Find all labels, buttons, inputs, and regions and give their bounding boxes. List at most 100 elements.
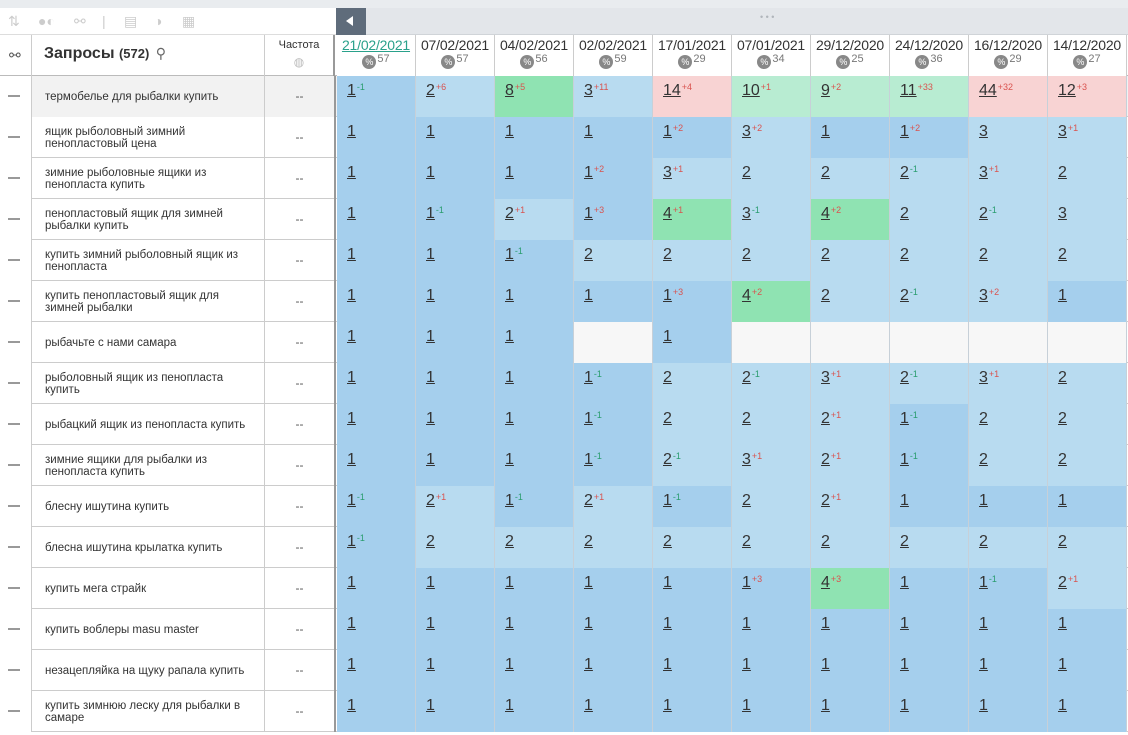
position-value[interactable]: 1 bbox=[505, 410, 514, 427]
position-cell[interactable]: 1 bbox=[416, 568, 495, 609]
link-icon[interactable]: ⚯ bbox=[74, 13, 86, 29]
position-cell[interactable]: 1 bbox=[969, 691, 1048, 732]
position-value[interactable]: 1 bbox=[979, 574, 988, 591]
position-value[interactable]: 2 bbox=[663, 410, 672, 427]
position-cell[interactable]: 2 bbox=[890, 199, 969, 240]
position-value[interactable]: 3 bbox=[979, 123, 988, 140]
date-label[interactable]: 17/01/2021 bbox=[653, 37, 731, 53]
position-value[interactable]: 2 bbox=[584, 246, 593, 263]
position-cell[interactable]: 1 bbox=[416, 117, 495, 158]
position-value[interactable]: 12 bbox=[1058, 82, 1076, 99]
position-value[interactable]: 1 bbox=[347, 82, 356, 99]
position-cell[interactable]: 1 bbox=[416, 650, 495, 691]
position-cell[interactable]: 2 bbox=[653, 527, 732, 568]
position-cell[interactable]: 1 bbox=[337, 650, 416, 691]
position-value[interactable]: 1 bbox=[584, 369, 593, 386]
position-value[interactable]: 2 bbox=[1058, 574, 1067, 591]
search-icon[interactable]: ⚲ bbox=[156, 45, 166, 61]
position-cell[interactable]: 2 bbox=[890, 527, 969, 568]
position-value[interactable]: 2 bbox=[742, 369, 751, 386]
position-cell[interactable]: 1 bbox=[337, 199, 416, 240]
date-column-header[interactable]: 07/02/2021% 57 bbox=[416, 35, 495, 76]
date-label[interactable]: 07/02/2021 bbox=[416, 37, 494, 53]
position-cell[interactable] bbox=[732, 322, 811, 363]
position-cell[interactable]: 1 bbox=[890, 691, 969, 732]
position-cell[interactable]: 1-1 bbox=[337, 76, 416, 117]
query-text[interactable]: блесну ишутина купить bbox=[32, 486, 265, 527]
position-value[interactable]: 2 bbox=[821, 410, 830, 427]
position-cell[interactable]: 1 bbox=[890, 568, 969, 609]
position-cell[interactable]: 14+4 bbox=[653, 76, 732, 117]
query-text[interactable]: зимние ящики для рыбалки из пенопласта к… bbox=[32, 445, 265, 486]
position-cell[interactable]: 1 bbox=[653, 568, 732, 609]
position-cell[interactable]: 8+5 bbox=[495, 76, 574, 117]
position-value[interactable]: 1 bbox=[821, 656, 830, 673]
percent-icon[interactable]: % bbox=[1073, 54, 1088, 69]
position-value[interactable]: 1 bbox=[584, 410, 593, 427]
date-label[interactable]: 16/12/2020 bbox=[969, 37, 1047, 53]
position-cell[interactable]: 4+1 bbox=[653, 199, 732, 240]
position-value[interactable]: 2 bbox=[1058, 164, 1067, 181]
position-value[interactable]: 1 bbox=[347, 123, 356, 140]
position-cell[interactable]: 1 bbox=[732, 650, 811, 691]
position-cell[interactable]: 1+2 bbox=[574, 158, 653, 199]
collapse-toggle[interactable] bbox=[0, 158, 32, 199]
position-cell[interactable] bbox=[574, 322, 653, 363]
position-cell[interactable]: 1 bbox=[416, 158, 495, 199]
position-cell[interactable]: 1 bbox=[495, 117, 574, 158]
position-value[interactable]: 1 bbox=[426, 328, 435, 345]
position-cell[interactable]: 1-1 bbox=[969, 568, 1048, 609]
position-value[interactable]: 1 bbox=[663, 123, 672, 140]
frequency-header[interactable]: Частота ◍ bbox=[265, 35, 335, 76]
query-text[interactable]: рыбачьте с нами самара bbox=[32, 322, 265, 363]
position-value[interactable]: 2 bbox=[900, 287, 909, 304]
collapse-toggle[interactable] bbox=[0, 117, 32, 158]
position-cell[interactable]: 1-1 bbox=[495, 486, 574, 527]
position-cell[interactable]: 2 bbox=[811, 158, 890, 199]
position-value[interactable]: 3 bbox=[663, 164, 672, 181]
date-column-header[interactable]: 14/12/2020% 27 bbox=[1048, 35, 1127, 76]
position-value[interactable]: 2 bbox=[505, 533, 514, 550]
position-cell[interactable]: 1 bbox=[495, 691, 574, 732]
position-value[interactable]: 3 bbox=[979, 369, 988, 386]
position-cell[interactable]: 3+1 bbox=[1048, 117, 1127, 158]
position-value[interactable]: 1 bbox=[900, 492, 909, 509]
query-text[interactable]: рыбацкий ящик из пенопласта купить bbox=[32, 404, 265, 445]
position-cell[interactable]: 1-1 bbox=[337, 486, 416, 527]
position-cell[interactable]: 3+1 bbox=[969, 363, 1048, 404]
position-value[interactable]: 2 bbox=[426, 533, 435, 550]
position-cell[interactable]: 4+2 bbox=[732, 281, 811, 322]
position-value[interactable]: 1 bbox=[900, 697, 909, 714]
position-cell[interactable]: 1 bbox=[890, 650, 969, 691]
position-value[interactable]: 1 bbox=[584, 164, 593, 181]
position-value[interactable]: 2 bbox=[742, 164, 751, 181]
position-value[interactable]: 1 bbox=[821, 697, 830, 714]
position-cell[interactable]: 2-1 bbox=[969, 199, 1048, 240]
position-value[interactable]: 2 bbox=[426, 492, 435, 509]
position-cell[interactable] bbox=[890, 322, 969, 363]
position-cell[interactable]: 2 bbox=[811, 281, 890, 322]
position-value[interactable]: 1 bbox=[900, 451, 909, 468]
position-value[interactable]: 2 bbox=[900, 246, 909, 263]
position-value[interactable]: 44 bbox=[979, 82, 997, 99]
position-value[interactable]: 2 bbox=[821, 287, 830, 304]
position-value[interactable]: 3 bbox=[742, 451, 751, 468]
position-cell[interactable]: 1 bbox=[1048, 691, 1127, 732]
position-value[interactable]: 1 bbox=[505, 697, 514, 714]
position-value[interactable]: 1 bbox=[505, 451, 514, 468]
position-cell[interactable]: 1 bbox=[653, 609, 732, 650]
position-value[interactable]: 2 bbox=[1058, 451, 1067, 468]
position-value[interactable]: 1 bbox=[663, 615, 672, 632]
position-cell[interactable]: 2+1 bbox=[416, 486, 495, 527]
position-value[interactable]: 1 bbox=[505, 615, 514, 632]
position-value[interactable]: 2 bbox=[742, 533, 751, 550]
position-cell[interactable]: 1 bbox=[416, 322, 495, 363]
position-cell[interactable]: 1 bbox=[416, 240, 495, 281]
position-value[interactable]: 1 bbox=[426, 615, 435, 632]
position-cell[interactable]: 1 bbox=[337, 363, 416, 404]
position-cell[interactable]: 1-1 bbox=[337, 527, 416, 568]
position-value[interactable]: 8 bbox=[505, 82, 514, 99]
position-value[interactable]: 1 bbox=[347, 164, 356, 181]
position-cell[interactable]: 2 bbox=[653, 240, 732, 281]
position-cell[interactable]: 1 bbox=[416, 691, 495, 732]
